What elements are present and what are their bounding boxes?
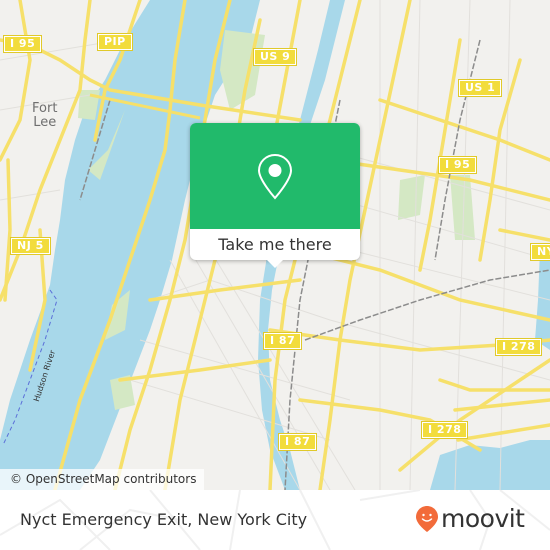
highway-shield-us9: US 9 (252, 48, 298, 66)
moovit-wordmark: moovit (441, 504, 525, 533)
map-attribution[interactable]: © OpenStreetMap contributors (0, 469, 205, 490)
highway-shield-i95: I 95 (437, 156, 478, 174)
moovit-logo[interactable]: moovit (415, 504, 525, 534)
highway-shield-i87: I 87 (262, 332, 303, 350)
east-river (535, 250, 550, 350)
highway-shield-ny: NY (529, 243, 550, 261)
map-view[interactable]: I 95 PIP US 9 US 1 I 95 NJ 5 NY I 87 I 2… (0, 0, 550, 490)
place-title: Nyct Emergency Exit, New York City (20, 510, 308, 529)
highway-shield-pip: PIP (97, 33, 133, 51)
highway-shield-i278: I 278 (420, 421, 469, 439)
location-pin-icon (257, 153, 293, 200)
location-popup: Take me there (190, 123, 360, 268)
park (398, 175, 425, 220)
popup-pointer (266, 259, 284, 268)
highway-shield-i95: I 95 (2, 35, 43, 53)
popup-header (190, 123, 360, 229)
east-bay (430, 440, 550, 490)
highway-shield-i278: I 278 (494, 338, 543, 356)
highway-shield-nj5: NJ 5 (10, 237, 51, 255)
highway-shield-i87: I 87 (277, 433, 318, 451)
highway-shield-us1: US 1 (457, 79, 503, 97)
place-label-fort-lee: Fort Lee (32, 101, 58, 130)
footer-bar: Nyct Emergency Exit, New York City moovi… (0, 490, 550, 550)
take-me-there-button[interactable]: Take me there (190, 229, 360, 260)
moovit-smile-pin-icon (416, 506, 438, 532)
